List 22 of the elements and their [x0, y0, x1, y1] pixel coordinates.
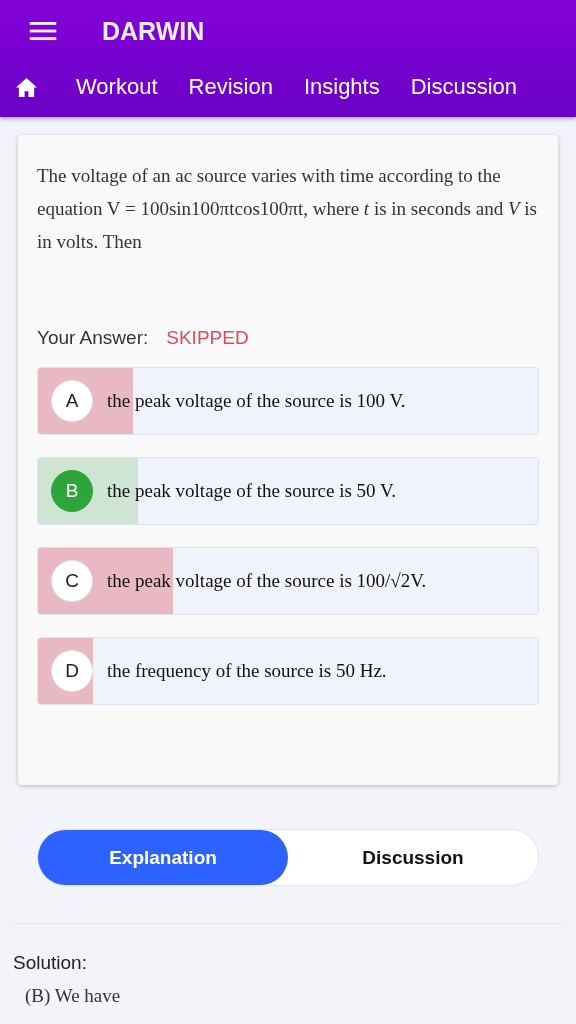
- option-text: the peak voltage of the source is 100 V.: [107, 389, 406, 413]
- nav-tab[interactable]: Insights: [303, 74, 380, 100]
- answer-status: SKIPPED: [166, 327, 249, 349]
- question-text: The voltage of an ac source varies with time according to the equation V = 100sin100πtcos100πt, where t is in seconds and V is in volts. Then: [37, 164, 538, 254]
- menu-icon[interactable]: [29, 21, 57, 41]
- answer-option[interactable]: D the frequency of the source is 50 Hz.: [37, 637, 539, 705]
- option-text: the peak voltage of the source is 100/√2V.: [107, 569, 427, 593]
- nav-tab[interactable]: Workout: [76, 74, 158, 100]
- answer-option[interactable]: B the peak voltage of the source is 50 V.: [37, 457, 539, 525]
- app-title: DARWIN: [102, 16, 205, 46]
- solution-text: (B) We have: [25, 985, 122, 1007]
- segment-tab[interactable]: Discussion: [288, 830, 538, 885]
- nav-tab[interactable]: Revision: [188, 74, 273, 100]
- home-icon[interactable]: [15, 76, 38, 98]
- option-text: the frequency of the source is 50 Hz.: [107, 659, 387, 683]
- answer-option[interactable]: C the peak voltage of the source is 100/√2V.: [37, 547, 539, 615]
- answer-option[interactable]: A the peak voltage of the source is 100 V.: [37, 367, 539, 435]
- nav-tab[interactable]: Discussion: [410, 74, 518, 100]
- option-text: the peak voltage of the source is 50 V.: [107, 479, 396, 503]
- segment-tab[interactable]: Explanation: [38, 830, 288, 885]
- answer-label: Your Answer:: [37, 327, 149, 349]
- solution-heading: Solution:: [13, 952, 88, 974]
